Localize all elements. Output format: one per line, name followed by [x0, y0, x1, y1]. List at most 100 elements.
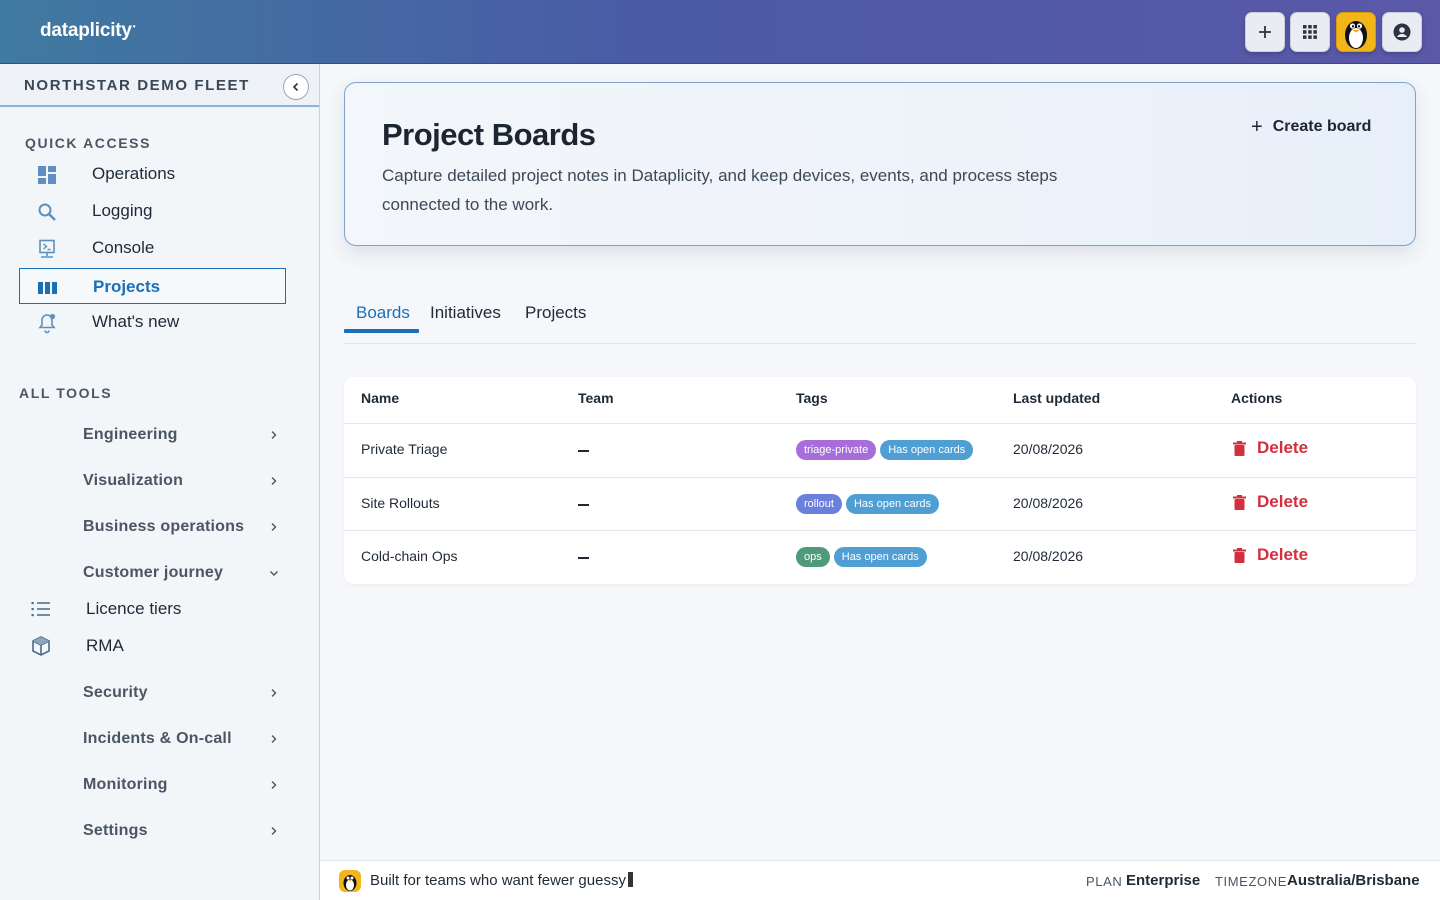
status-badge: Has open cards	[845, 494, 940, 514]
tags-cell: ops Has open cards	[796, 547, 931, 567]
grid-icon	[1303, 25, 1317, 39]
tag-badge: triage-private	[796, 440, 877, 460]
column-header-actions: Actions	[1231, 390, 1283, 406]
sidebar-item-operations[interactable]: Operations	[19, 156, 286, 192]
status-badge: Has open cards	[833, 547, 927, 567]
collapse-sidebar-button[interactable]	[283, 74, 309, 100]
tool-monitoring[interactable]: Monitoring	[83, 774, 283, 798]
tool-customer-journey[interactable]: Customer journey	[83, 562, 283, 586]
tag-badge: rollout	[796, 494, 842, 514]
sidebar-item-projects[interactable]: Projects	[19, 268, 286, 304]
tool-label: Monitoring	[83, 776, 168, 793]
sidebar-item-label: Console	[92, 238, 155, 257]
tool-incidents-on-call[interactable]: Incidents & On-call	[83, 728, 283, 752]
timezone-key: TIMEZONE	[1215, 874, 1287, 889]
sidebar-item-label: What's new	[92, 312, 180, 331]
tool-label: Business operations	[83, 518, 245, 535]
empty-team-dash	[578, 450, 589, 452]
board-name[interactable]: Cold-chain Ops	[361, 548, 458, 564]
delete-button[interactable]: Delete	[1233, 492, 1308, 512]
sidebar-item-whats-new[interactable]: What's new	[19, 304, 286, 340]
status-footer: Built for teams who want fewer guessy PL…	[320, 860, 1440, 900]
status-badge: Has open cards	[880, 440, 974, 460]
add-button[interactable]	[1245, 12, 1285, 52]
create-board-button[interactable]: + Create board	[1251, 116, 1371, 138]
account-button[interactable]	[1382, 12, 1422, 52]
tab-projects[interactable]: Projects	[525, 303, 586, 323]
trash-icon	[1233, 547, 1246, 563]
tool-label: Engineering	[83, 426, 178, 443]
tool-visualization[interactable]: Visualization	[83, 470, 283, 494]
chevron-right-icon	[271, 689, 277, 697]
chevron-right-icon	[271, 523, 277, 531]
team-value: —	[578, 441, 592, 457]
delete-button[interactable]: Delete	[1233, 438, 1308, 458]
fleet-header: NORTHSTAR DEMO FLEET	[0, 64, 319, 107]
table-row[interactable]: Site Rollouts — rolloutHas open cards 20…	[344, 477, 1416, 530]
board-name[interactable]: Private Triage	[361, 441, 447, 457]
sidebar-item-label: Projects	[93, 277, 161, 296]
plus-icon: +	[1251, 116, 1263, 138]
empty-team-dash	[578, 504, 589, 506]
sidebar-item-label: RMA	[86, 636, 124, 655]
column-header-name[interactable]: Name	[361, 390, 399, 406]
tab-initiatives[interactable]: Initiatives	[430, 303, 501, 323]
footer-tagline: Built for teams who want fewer guessy	[370, 872, 633, 889]
tool-engineering[interactable]: Engineering	[83, 424, 283, 448]
penguin-icon	[1345, 21, 1367, 49]
tag-badge: ops	[796, 547, 830, 567]
tool-settings[interactable]: Settings	[83, 820, 283, 844]
tool-label: Security	[83, 684, 148, 701]
column-header-team[interactable]: Team	[578, 390, 614, 406]
apps-grid-button[interactable]	[1290, 12, 1330, 52]
sidebar-item-label: Logging	[92, 201, 153, 220]
boards-table: Name Team Tags Last updated Actions Priv…	[344, 377, 1416, 584]
bell-icon	[36, 312, 58, 334]
chevron-right-icon	[271, 477, 277, 485]
tags-cell: triage-private Has open cards	[796, 440, 977, 460]
tags-cell: rollout Has open cards	[796, 494, 943, 514]
app-logo[interactable]: dataplicity•	[40, 20, 136, 42]
delete-button[interactable]: Delete	[1233, 545, 1308, 565]
penguin-avatar-button[interactable]	[1336, 12, 1376, 52]
table-row[interactable]: Cold-chain Ops — opsHas open cards 20/08…	[344, 530, 1416, 583]
tool-label: Visualization	[83, 472, 184, 489]
dashboard-icon	[36, 164, 58, 186]
sidebar: NORTHSTAR DEMO FLEET QUICK ACCESS Operat…	[0, 64, 320, 900]
column-header-tags[interactable]: Tags	[796, 390, 828, 406]
penguin-icon	[339, 870, 361, 892]
tool-label: Customer journey	[83, 564, 224, 581]
timezone-value: Australia/Brisbane	[1287, 872, 1420, 889]
list-icon	[30, 598, 52, 620]
plus-icon	[1259, 26, 1271, 38]
fleet-name[interactable]: NORTHSTAR DEMO FLEET	[24, 77, 250, 94]
sidebar-item-console[interactable]: Console	[19, 230, 286, 266]
sidebar-subitem-rma[interactable]: RMA	[30, 633, 230, 659]
quick-access-heading: QUICK ACCESS	[25, 135, 152, 151]
delete-label: Delete	[1257, 545, 1309, 564]
last-updated-value: 20/08/2026	[1013, 495, 1084, 511]
sidebar-subitem-licence-tiers[interactable]: Licence tiers	[30, 596, 230, 622]
tool-business-operations[interactable]: Business operations	[83, 516, 283, 540]
chevron-right-icon	[271, 431, 277, 439]
trash-icon	[1233, 494, 1246, 510]
last-updated-value: 20/08/2026	[1013, 548, 1084, 564]
column-header-last-updated[interactable]: Last updated	[1013, 390, 1100, 406]
sidebar-item-label: Licence tiers	[86, 599, 182, 618]
plan-key: PLAN	[1086, 874, 1123, 889]
chevron-right-icon	[271, 827, 277, 835]
tool-security[interactable]: Security	[83, 682, 283, 706]
tab-boards[interactable]: Boards	[356, 303, 410, 323]
user-circle-icon	[1393, 23, 1411, 41]
tool-label: Incidents & On-call	[83, 730, 232, 747]
chevron-right-icon	[271, 735, 277, 743]
table-row[interactable]: Private Triage — triage-privateHas open …	[344, 423, 1416, 476]
create-board-label: Create board	[1272, 118, 1372, 135]
board-columns-icon	[37, 277, 59, 299]
all-tools-heading: ALL TOOLS	[19, 385, 113, 401]
plan-value: Enterprise	[1126, 872, 1201, 889]
board-name[interactable]: Site Rollouts	[361, 495, 440, 511]
sidebar-item-logging[interactable]: Logging	[19, 193, 286, 229]
sidebar-item-label: Operations	[92, 164, 176, 183]
box-icon	[30, 635, 52, 657]
